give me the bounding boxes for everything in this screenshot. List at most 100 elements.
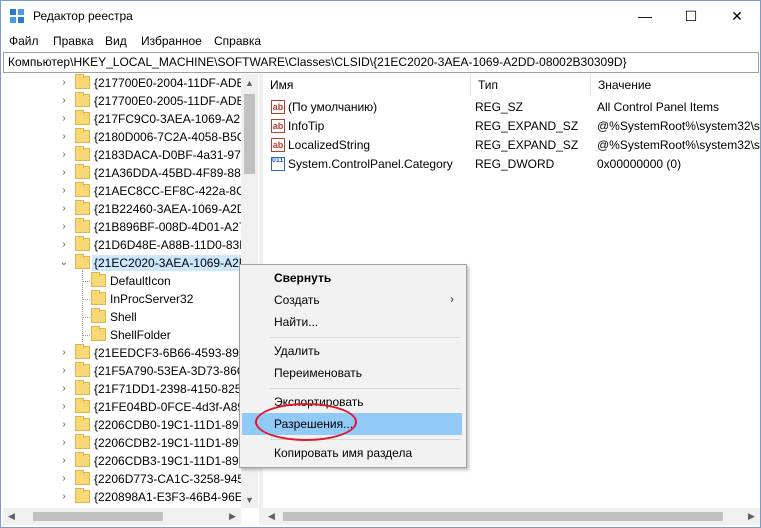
- menu-help[interactable]: Справка: [214, 34, 261, 48]
- value-row[interactable]: ab LocalizedString REG_EXPAND_SZ @%Syste…: [263, 136, 760, 155]
- scroll-down-icon[interactable]: ▼: [241, 491, 258, 508]
- collapsed-chevron-icon[interactable]: ›: [58, 437, 70, 449]
- tree-item-label: {21B22460-3AEA-1069-A2DC: [94, 202, 255, 216]
- menu-copy-key-name[interactable]: Копировать имя раздела: [242, 442, 462, 464]
- scroll-right-icon[interactable]: ▶: [743, 508, 760, 525]
- collapsed-chevron-icon[interactable]: ›: [58, 113, 70, 125]
- tree-item[interactable]: › {21F5A790-53EA-3D73-86C3: [3, 362, 252, 380]
- tree-item[interactable]: › {2183DACA-D0BF-4a31-97F7: [3, 146, 255, 164]
- tree-item[interactable]: › {21A36DDA-45BD-4F89-881I: [3, 164, 251, 182]
- folder-icon: [75, 434, 90, 449]
- collapsed-chevron-icon[interactable]: ›: [58, 365, 70, 377]
- collapsed-chevron-icon[interactable]: ›: [58, 167, 70, 179]
- menu-view[interactable]: Вид: [105, 34, 127, 48]
- tree-item[interactable]: › {21FE04BD-0FCE-4d3f-A89E: [3, 398, 252, 416]
- scroll-thumb[interactable]: [283, 512, 723, 521]
- tree-child-item[interactable]: ShellFolder: [3, 326, 243, 344]
- tree-item[interactable]: › {2206CDB2-19C1-11D1-89E0: [3, 434, 253, 452]
- minimize-button[interactable]: —: [622, 1, 668, 31]
- scroll-right-icon[interactable]: ▶: [224, 508, 241, 525]
- tree-child-item[interactable]: InProcServer32: [3, 290, 243, 308]
- tree-item[interactable]: › {217FC9C0-3AEA-1069-A2DI: [3, 110, 252, 128]
- menu-copy-key-name-label: Копировать имя раздела: [274, 446, 413, 460]
- tree-item-label: {21EEDCF3-6B66-4593-8956: [94, 346, 253, 360]
- collapsed-chevron-icon[interactable]: ›: [58, 401, 70, 413]
- scroll-left-icon[interactable]: ◀: [3, 508, 20, 525]
- collapsed-chevron-icon[interactable]: ›: [58, 347, 70, 359]
- folder-icon: [91, 290, 106, 305]
- tree-item[interactable]: › {220898A1-E3F3-46B4-96EA-: [3, 488, 255, 506]
- collapsed-chevron-icon[interactable]: ›: [58, 203, 70, 215]
- menu-create[interactable]: Создать ›: [242, 289, 462, 311]
- scroll-up-icon[interactable]: ▲: [241, 74, 258, 91]
- menu-create-label: Создать: [274, 293, 320, 307]
- title-bar[interactable]: Редактор реестра — ☐ ✕: [1, 1, 760, 31]
- collapsed-chevron-icon[interactable]: ›: [58, 77, 70, 89]
- collapsed-chevron-icon[interactable]: ›: [58, 491, 70, 503]
- tree-item[interactable]: › {21AEC8CC-EF8C-422a-8CB: [3, 182, 253, 200]
- tree-item[interactable]: › {2206CDB3-19C1-11D1-89E0: [3, 452, 253, 470]
- folder-icon: [75, 254, 90, 269]
- tree-horizontal-scrollbar[interactable]: ◀ ▶: [3, 508, 241, 525]
- collapsed-chevron-icon[interactable]: ›: [58, 185, 70, 197]
- tree-item-label: {2206CDB2-19C1-11D1-89E0: [94, 436, 254, 450]
- tree-item[interactable]: › {21F71DD1-2398-4150-825A: [3, 380, 249, 398]
- collapsed-chevron-icon[interactable]: ›: [58, 383, 70, 395]
- tree-item-label: {2183DACA-D0BF-4a31-97F7: [94, 148, 255, 162]
- scroll-thumb[interactable]: [244, 94, 255, 174]
- collapsed-chevron-icon[interactable]: ›: [58, 221, 70, 233]
- collapsed-chevron-icon[interactable]: ›: [58, 473, 70, 485]
- collapsed-chevron-icon[interactable]: ›: [58, 419, 70, 431]
- menu-find[interactable]: Найти...: [242, 311, 462, 333]
- scroll-left-icon[interactable]: ◀: [263, 508, 280, 525]
- address-path[interactable]: Компьютер\HKEY_LOCAL_MACHINE\SOFTWARE\Cl…: [8, 55, 627, 69]
- address-bar[interactable]: Компьютер\HKEY_LOCAL_MACHINE\SOFTWARE\Cl…: [3, 52, 759, 73]
- menu-collapse[interactable]: Свернуть: [242, 267, 462, 289]
- expanded-chevron-icon[interactable]: ⌄: [58, 257, 70, 269]
- menu-favorites[interactable]: Избранное: [141, 34, 202, 48]
- tree-item[interactable]: › {2206CDB0-19C1-11D1-89E0: [3, 416, 253, 434]
- menu-edit[interactable]: Правка: [53, 34, 94, 48]
- collapsed-chevron-icon[interactable]: ›: [58, 95, 70, 107]
- column-header-name[interactable]: Имя: [263, 74, 471, 96]
- tree-guide-line: [83, 299, 90, 300]
- tree-child-item[interactable]: Shell: [3, 308, 243, 326]
- string-value-icon: ab: [271, 100, 285, 114]
- menu-find-label: Найти...: [274, 315, 319, 329]
- tree-item[interactable]: › {217700E0-2005-11DF-ADB9: [3, 92, 251, 110]
- column-header-type[interactable]: Тип: [471, 74, 591, 96]
- maximize-button[interactable]: ☐: [668, 1, 714, 31]
- value-row[interactable]: ab InfoTip REG_EXPAND_SZ @%SystemRoot%\s…: [263, 117, 760, 136]
- collapsed-chevron-icon[interactable]: ›: [58, 149, 70, 161]
- scroll-thumb[interactable]: [33, 512, 163, 521]
- tree-item[interactable]: › {217700E0-2004-11DF-ADB9: [3, 74, 251, 92]
- menu-rename[interactable]: Переименовать: [242, 362, 462, 384]
- values-horizontal-scrollbar[interactable]: ◀ ▶: [263, 508, 760, 525]
- collapsed-chevron-icon[interactable]: ›: [58, 455, 70, 467]
- tree-item-label: {2206D773-CA1C-3258-9456: [94, 472, 251, 486]
- annotation-ellipse: [255, 403, 357, 441]
- menu-file[interactable]: Файл: [9, 34, 39, 48]
- value-type: REG_DWORD: [475, 157, 555, 171]
- menu-delete-label: Удалить: [274, 344, 320, 358]
- tree-child-item[interactable]: DefaultIcon: [3, 272, 243, 290]
- folder-icon: [75, 128, 90, 143]
- registry-tree[interactable]: › {217700E0-2004-11DF-ADB9 › {217700E0-2005…: [3, 74, 259, 508]
- tree-item[interactable]: › {21D6D48E-A88B-11D0-83DD: [3, 236, 257, 254]
- close-button[interactable]: ✕: [714, 1, 760, 31]
- value-row[interactable]: 011 110 System.ControlPanel.Category REG…: [263, 155, 760, 174]
- tree-item[interactable]: › {2206D773-CA1C-3258-9456: [3, 470, 251, 488]
- column-header-value[interactable]: Значение: [591, 74, 760, 96]
- value-name: System.ControlPanel.Category: [288, 157, 453, 171]
- collapsed-chevron-icon[interactable]: ›: [58, 131, 70, 143]
- tree-item[interactable]: › {21B896BF-008D-4D01-A27B: [3, 218, 253, 236]
- folder-icon: [75, 344, 90, 359]
- menu-delete[interactable]: Удалить: [242, 340, 462, 362]
- tree-item-selected[interactable]: ⌄ {21EC2020-3AEA-1069-A2DD: [3, 254, 259, 272]
- collapsed-chevron-icon[interactable]: ›: [58, 239, 70, 251]
- menu-collapse-label: Свернуть: [274, 271, 332, 285]
- tree-item[interactable]: › {21EEDCF3-6B66-4593-8956: [3, 344, 252, 362]
- tree-item[interactable]: › {21B22460-3AEA-1069-A2DC: [3, 200, 254, 218]
- tree-item[interactable]: › {2180D006-7C2A-4058-B5C0: [3, 128, 252, 146]
- value-row[interactable]: ab (По умолчанию) REG_SZ All Control Pan…: [263, 98, 760, 117]
